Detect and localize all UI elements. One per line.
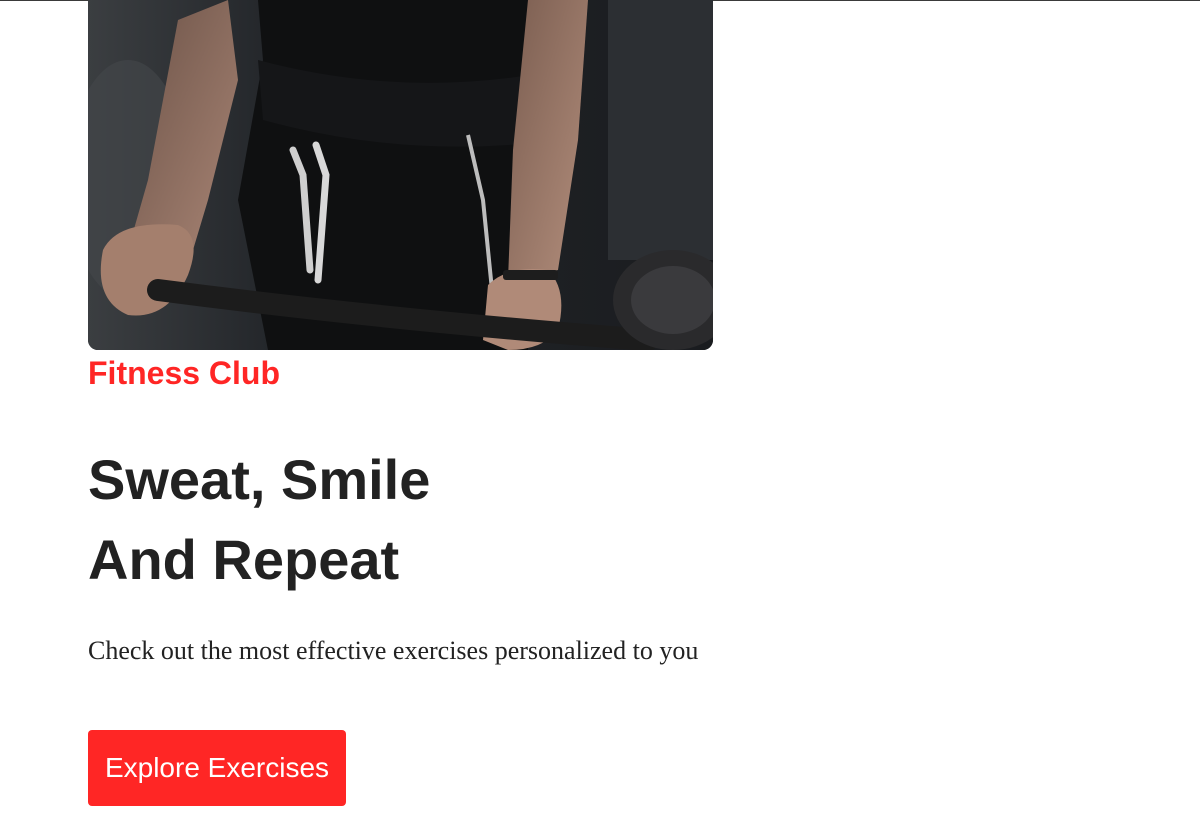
headline-line-1: Sweat, Smile (88, 448, 431, 511)
hero-headline: Sweat, Smile And Repeat (88, 440, 430, 600)
hero-subtext: Check out the most effective exercises p… (88, 636, 699, 665)
explore-exercises-button[interactable]: Explore Exercises (88, 730, 346, 806)
hero-image (88, 0, 713, 350)
brand-name: Fitness Club (88, 355, 281, 391)
headline-line-2: And Repeat (88, 528, 400, 591)
